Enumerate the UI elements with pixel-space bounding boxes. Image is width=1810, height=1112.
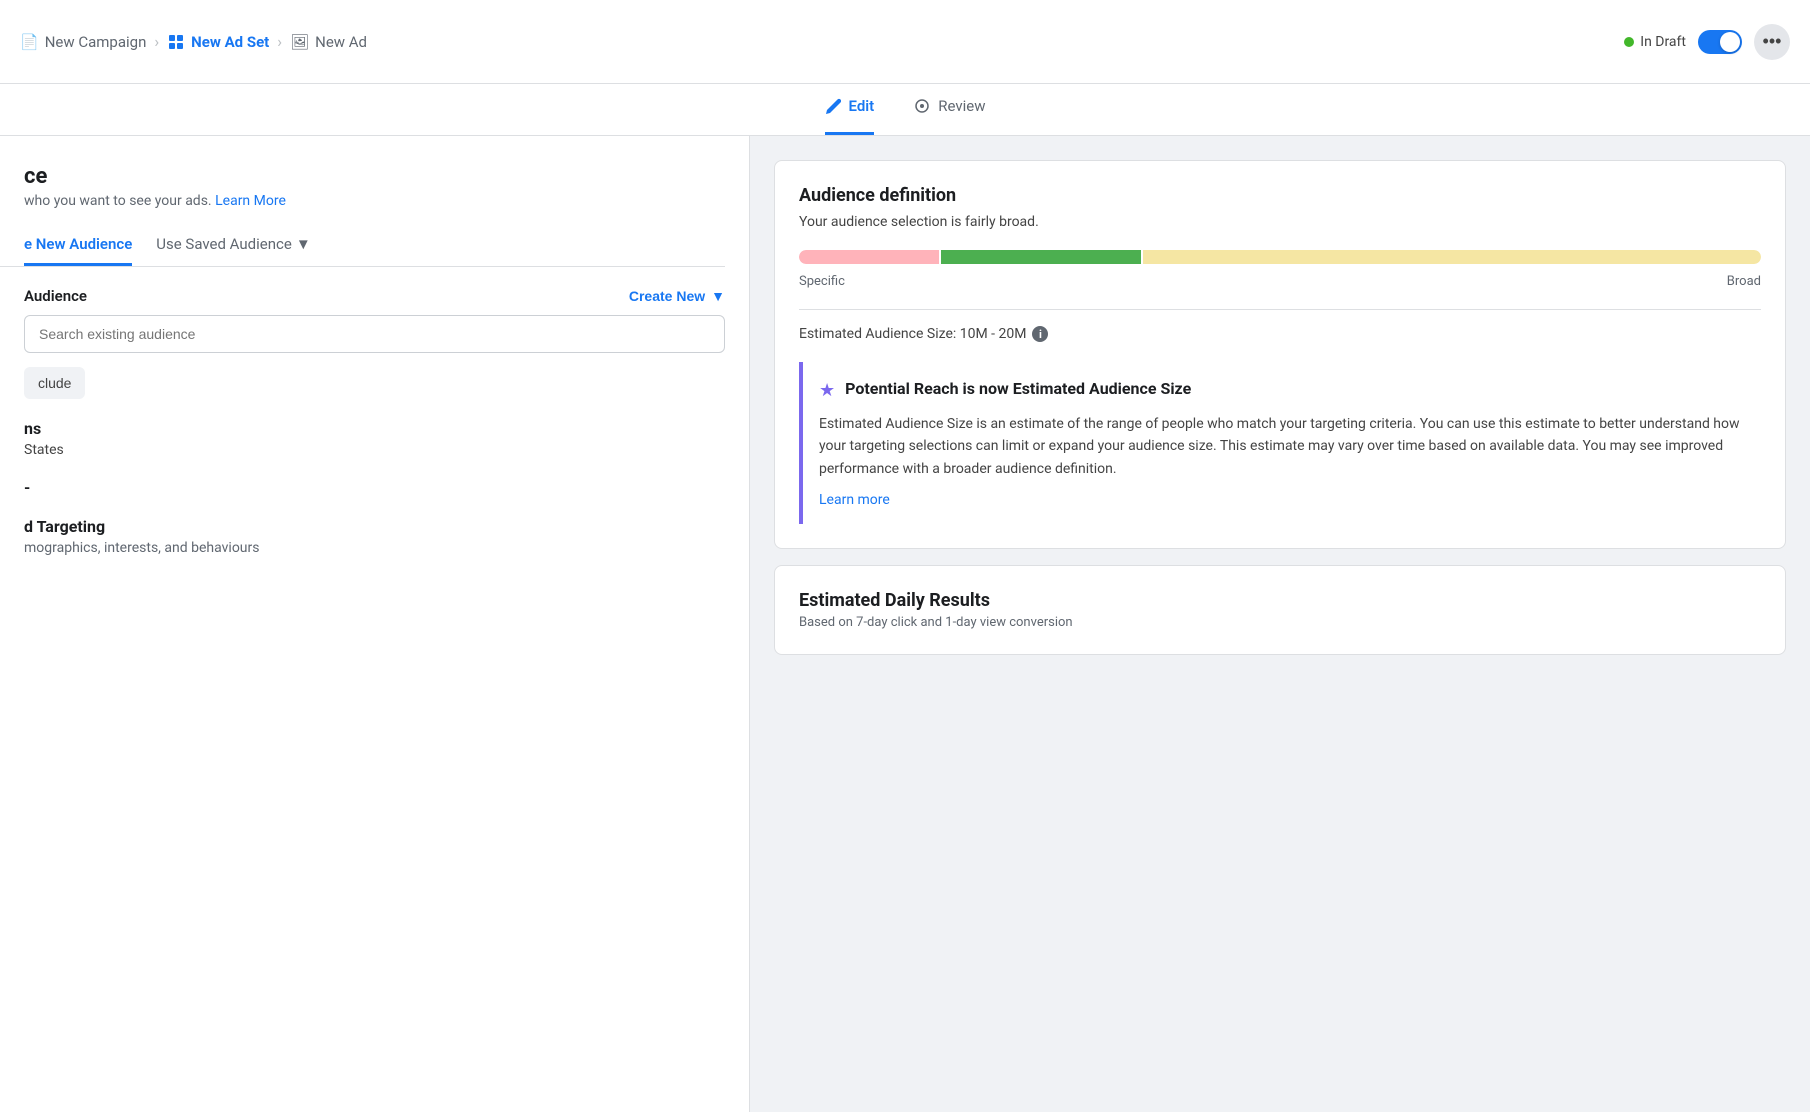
estimated-daily-results-card: Estimated Daily Results Based on 7-day c… [774,565,1786,655]
estimated-size: Estimated Audience Size: 10M - 20M i [799,326,1761,342]
locations-section: ns States [24,419,725,458]
targeting-desc: mographics, interests, and behaviours [24,540,725,556]
audience-section-header: ce who you want to see your ads. Learn M… [0,164,725,209]
edit-icon [825,98,841,114]
daily-results-subtitle: Based on 7-day click and 1-day view conv… [799,615,1761,630]
search-audience-input[interactable] [24,315,725,353]
saved-audience-tab[interactable]: Use Saved Audience ▼ [156,225,310,266]
left-panel: ce who you want to see your ads. Learn M… [0,136,750,1112]
create-new-dropdown-icon: ▼ [711,288,725,304]
create-new-button[interactable]: Create New ▼ [629,288,725,304]
ad-icon: 🖼 [290,33,309,51]
tab-edit[interactable]: Edit [825,84,875,135]
breadcrumb-ad[interactable]: 🖼 New Ad [290,33,367,51]
right-panel: Audience definition Your audience select… [750,136,1810,1112]
audience-definition-card: Audience definition Your audience select… [774,160,1786,549]
draft-toggle[interactable] [1698,30,1742,54]
adset-label: New Ad Set [191,33,269,51]
meter-broad-bar [1143,250,1761,264]
tab-edit-label: Edit [849,97,875,115]
tab-bar: Edit Review [0,84,1810,136]
reach-title: Potential Reach is now Estimated Audienc… [845,378,1191,400]
exclude-button[interactable]: clude [24,367,85,399]
tab-review[interactable]: Review [914,84,985,135]
breadcrumb-campaign[interactable]: 📄 New Campaign [20,33,146,51]
saved-audience-tab-inner: Use Saved Audience ▼ [156,235,310,253]
toggle-knob [1720,32,1740,52]
age-section: - [24,478,725,497]
potential-reach-card: ★ Potential Reach is now Estimated Audie… [799,362,1761,524]
subtitle-text: who you want to see your ads. [24,193,212,209]
campaign-label: New Campaign [45,33,147,51]
breadcrumb-sep-2: › [277,32,282,51]
est-size-text: Estimated Audience Size: 10M - 20M [799,326,1026,342]
meter-specific-bar [799,250,939,264]
breadcrumb-adset[interactable]: New Ad Set [167,33,269,51]
specific-label: Specific [799,274,845,289]
info-icon[interactable]: i [1032,326,1048,342]
top-bar: 📄 New Campaign › New Ad Set › 🖼 New Ad I… [0,0,1810,84]
main-content: ce who you want to see your ads. Learn M… [0,136,1810,1112]
section-title: ce [24,164,725,189]
daily-results-title: Estimated Daily Results [799,590,1761,611]
top-bar-right: In Draft ••• [1624,24,1790,60]
review-icon [914,98,930,114]
audience-def-title: Audience definition [799,185,1761,206]
create-new-label: Create New [629,288,705,304]
audience-tabs: e New Audience Use Saved Audience ▼ [0,225,725,267]
locations-label: ns [24,419,725,438]
breadcrumb: 📄 New Campaign › New Ad Set › 🖼 New Ad [20,32,1624,51]
adset-icon [167,33,185,51]
new-audience-tab[interactable]: e New Audience [24,225,132,266]
audience-def-subtitle: Your audience selection is fairly broad. [799,214,1761,230]
learn-more-link-left[interactable]: Learn More [215,193,286,209]
learn-more-link-reach[interactable]: Learn more [819,492,890,508]
new-audience-tab-label: e New Audience [24,235,132,253]
section-subtitle: who you want to see your ads. Learn More [24,193,725,209]
reach-body: Estimated Audience Size is an estimate o… [819,413,1745,480]
meter-middle-bar [941,250,1141,264]
meter-labels: Specific Broad [799,274,1761,289]
age-label: - [24,478,725,497]
breadcrumb-sep-1: › [154,32,159,51]
draft-label: In Draft [1640,34,1686,50]
tab-review-label: Review [938,97,985,115]
dropdown-arrow: ▼ [296,235,311,253]
more-options-button[interactable]: ••• [1754,24,1790,60]
draft-dot [1624,37,1634,47]
reach-header: ★ Potential Reach is now Estimated Audie… [819,378,1745,401]
card-divider [799,309,1761,310]
locations-value: States [24,442,725,458]
draft-status: In Draft [1624,34,1686,50]
saved-audience-tab-label: Use Saved Audience [156,235,292,253]
broad-label: Broad [1727,274,1761,289]
targeting-section: d Targeting mographics, interests, and b… [24,517,725,556]
targeting-label: d Targeting [24,517,725,536]
ad-label: New Ad [315,33,367,51]
audience-meter [799,250,1761,264]
audience-section-row: Audience Create New ▼ [24,287,725,305]
exclude-label: clude [38,375,71,391]
campaign-icon: 📄 [20,33,39,51]
audience-label: Audience [24,287,87,305]
star-icon: ★ [819,380,835,401]
